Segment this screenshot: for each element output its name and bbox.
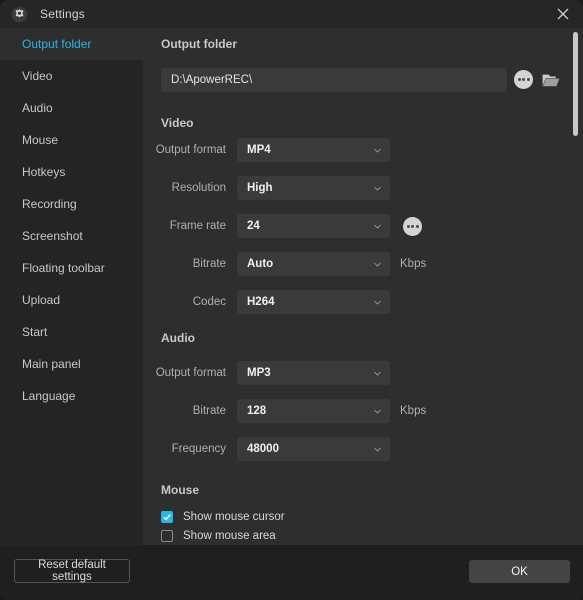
title-bar: Settings [0, 0, 583, 28]
sidebar-item-upload[interactable]: Upload [0, 284, 143, 316]
show-mouse-area-checkbox[interactable] [161, 530, 173, 542]
sidebar-item-label: Upload [22, 293, 61, 307]
setting-row-audio-output-format: Output format MP3 [143, 361, 390, 385]
dot [517, 78, 521, 81]
sidebar-item-floating-toolbar[interactable]: Floating toolbar [0, 252, 143, 284]
codec-select[interactable]: H264 [237, 290, 390, 314]
sidebar-item-main-panel[interactable]: Main panel [0, 348, 143, 380]
select-value: 128 [247, 405, 267, 417]
video-output-format-select[interactable]: MP4 [237, 138, 390, 162]
frequency-select[interactable]: 48000 [237, 437, 390, 461]
audio-output-format-select[interactable]: MP3 [237, 361, 390, 385]
row-label: Frequency [171, 443, 226, 455]
checkbox-row-show-mouse-cursor[interactable]: Show mouse cursor [161, 511, 285, 523]
video-bitrate-select[interactable]: Auto [237, 252, 390, 276]
row-label: Frame rate [169, 220, 226, 232]
select-value: MP4 [247, 144, 271, 156]
frame-rate-more-button[interactable] [403, 216, 422, 236]
sidebar: Output folder Video Audio Mouse Hotkeys … [0, 28, 143, 548]
chevron-down-icon [374, 447, 381, 452]
row-label: Bitrate [192, 405, 226, 417]
sidebar-item-output-folder[interactable]: Output folder [0, 28, 143, 60]
row-label: Output format [155, 144, 226, 156]
output-folder-input[interactable]: D:\ApowerREC\ [161, 68, 507, 92]
sidebar-item-label: Mouse [22, 133, 59, 147]
chevron-down-icon [374, 262, 381, 267]
resolution-select[interactable]: High [237, 176, 390, 200]
dot [522, 78, 525, 81]
ok-button[interactable]: OK [469, 560, 570, 583]
frame-rate-select[interactable]: 24 [237, 214, 390, 238]
chevron-down-icon [374, 371, 381, 376]
chevron-down-icon [374, 300, 381, 305]
select-value: H264 [247, 296, 275, 308]
sidebar-item-hotkeys[interactable]: Hotkeys [0, 156, 143, 188]
settings-content: Output folder D:\ApowerREC\ Video Output… [143, 28, 583, 545]
sidebar-item-label: Output folder [22, 37, 92, 51]
setting-row-video-bitrate: Bitrate Auto Kbps [143, 252, 426, 276]
settings-window: Settings Output folder Video Audio Mouse… [0, 0, 583, 600]
window-title: Settings [40, 7, 85, 21]
section-title-output-folder: Output folder [161, 37, 237, 51]
sidebar-item-mouse[interactable]: Mouse [0, 124, 143, 156]
sidebar-item-label: Screenshot [22, 229, 83, 243]
checkbox-label: Show mouse cursor [183, 511, 285, 523]
sidebar-item-label: Floating toolbar [22, 261, 105, 275]
row-label: Resolution [171, 182, 226, 194]
browse-folder-button[interactable] [540, 70, 562, 90]
setting-row-resolution: Resolution High [143, 176, 390, 200]
setting-row-audio-bitrate: Bitrate 128 Kbps [143, 399, 426, 423]
chevron-down-icon [374, 409, 381, 414]
row-label: Bitrate [192, 258, 226, 270]
sidebar-item-label: Start [22, 325, 48, 339]
sidebar-item-audio[interactable]: Audio [0, 92, 143, 124]
sidebar-item-label: Video [22, 69, 53, 83]
sidebar-item-label: Recording [22, 197, 77, 211]
sidebar-item-label: Hotkeys [22, 165, 66, 179]
audio-bitrate-select[interactable]: 128 [237, 399, 390, 423]
dot [406, 224, 410, 228]
sidebar-item-language[interactable]: Language [0, 380, 143, 412]
content-scrollbar[interactable] [571, 28, 580, 545]
select-value: MP3 [247, 367, 271, 379]
show-mouse-cursor-checkbox[interactable] [161, 511, 173, 523]
close-icon[interactable] [543, 0, 583, 28]
sidebar-item-label: Audio [22, 101, 53, 115]
dot [415, 224, 419, 228]
sidebar-item-video[interactable]: Video [0, 60, 143, 92]
setting-row-frequency: Frequency 48000 [143, 437, 390, 461]
dot [411, 224, 414, 228]
scrollbar-thumb[interactable] [573, 32, 578, 136]
output-folder-more-button[interactable] [514, 70, 533, 89]
reset-default-settings-button[interactable]: Reset default settings [14, 559, 130, 583]
select-value: Auto [247, 258, 274, 270]
chevron-down-icon [374, 148, 381, 153]
setting-row-frame-rate: Frame rate 24 [143, 214, 422, 238]
audio-bitrate-unit: Kbps [400, 405, 427, 417]
checkbox-label: Show mouse area [183, 530, 276, 542]
checkbox-row-show-mouse-area[interactable]: Show mouse area [161, 530, 276, 542]
setting-row-video-output-format: Output format MP4 [143, 138, 390, 162]
section-title-mouse: Mouse [161, 483, 200, 497]
sidebar-item-label: Language [22, 389, 76, 403]
video-bitrate-unit: Kbps [400, 258, 427, 270]
chevron-down-icon [374, 186, 381, 191]
sidebar-item-label: Main panel [22, 357, 81, 371]
row-label: Codec [192, 296, 226, 308]
sidebar-item-start[interactable]: Start [0, 316, 143, 348]
sidebar-item-screenshot[interactable]: Screenshot [0, 220, 143, 252]
select-value: 24 [247, 220, 260, 232]
select-value: High [247, 182, 273, 194]
section-title-video: Video [161, 116, 194, 130]
setting-row-codec: Codec H264 [143, 290, 390, 314]
dot [526, 78, 530, 81]
select-value: 48000 [247, 443, 279, 455]
section-title-audio: Audio [161, 331, 195, 345]
gear-icon [10, 5, 28, 23]
sidebar-item-recording[interactable]: Recording [0, 188, 143, 220]
row-label: Output format [155, 367, 226, 379]
chevron-down-icon [374, 224, 381, 229]
